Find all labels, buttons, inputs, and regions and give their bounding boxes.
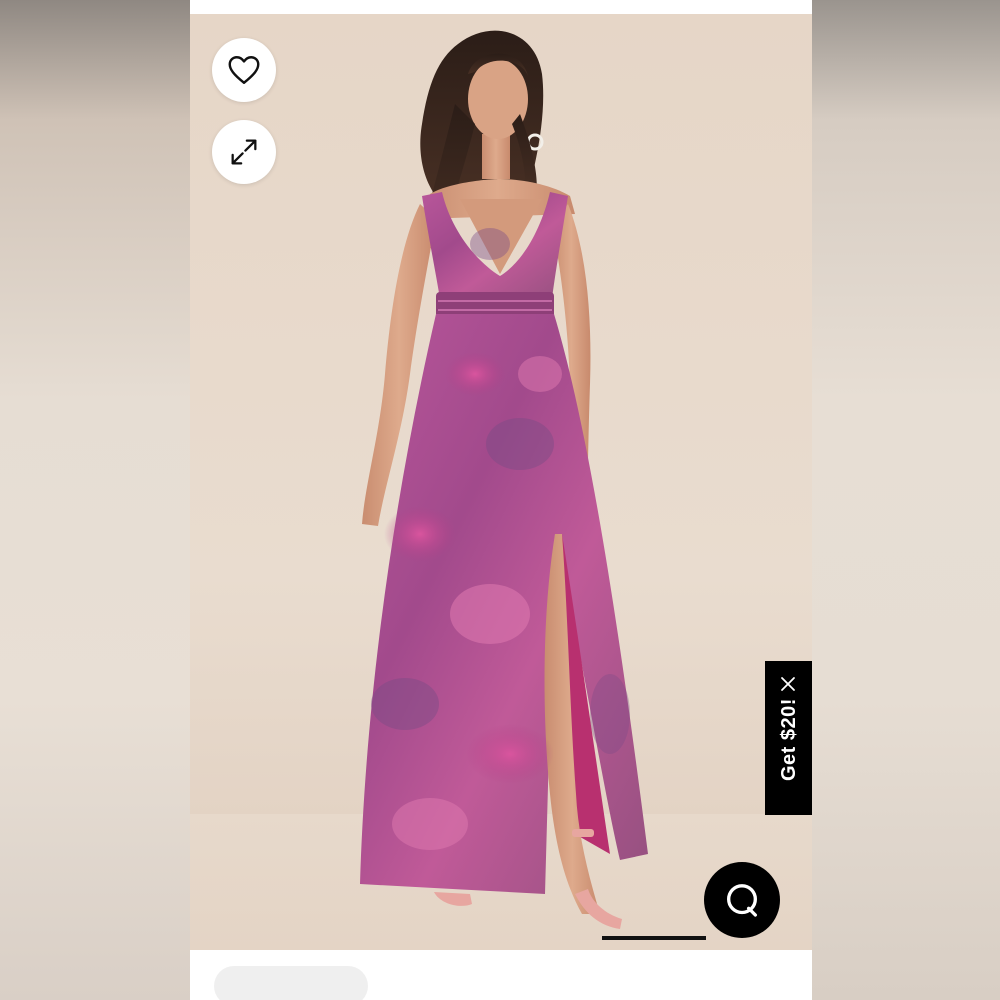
promo-label[interactable]: Get $20! <box>778 698 801 781</box>
promo-tab[interactable]: Get $20! <box>765 661 812 815</box>
expand-image-button[interactable] <box>212 120 276 184</box>
blurred-backdrop-right <box>812 0 1000 1000</box>
bottom-pill-button[interactable] <box>214 966 368 1000</box>
product-image[interactable] <box>190 14 812 950</box>
heart-outline-icon <box>228 56 260 84</box>
favorite-button[interactable] <box>212 38 276 102</box>
expand-arrows-icon <box>231 139 257 165</box>
model-in-floral-maxi-dress <box>360 30 648 929</box>
blurred-backdrop-left <box>0 0 190 1000</box>
product-screen: Get $20! <box>190 0 812 1000</box>
chat-button[interactable] <box>704 862 780 938</box>
chat-bubble-icon <box>727 884 757 917</box>
close-x-icon[interactable] <box>778 674 798 694</box>
image-scroll-indicator <box>602 936 706 940</box>
